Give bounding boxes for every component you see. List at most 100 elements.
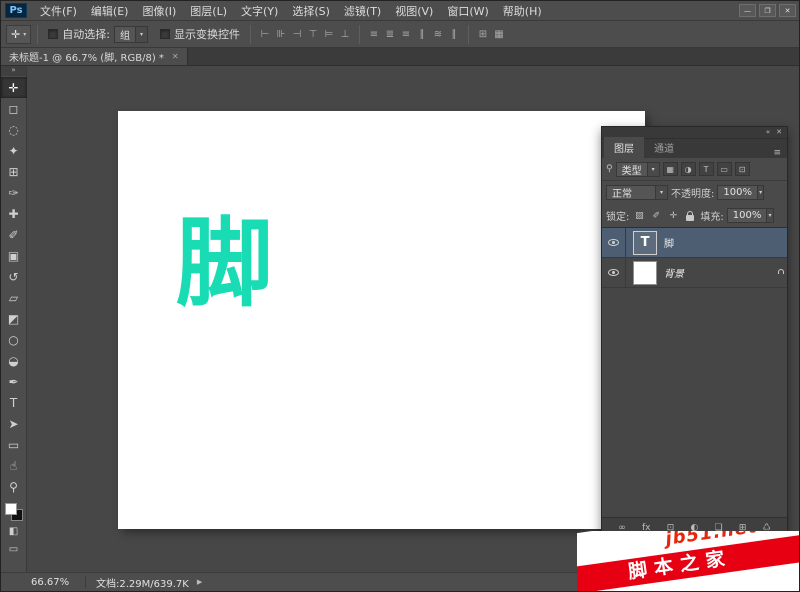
lock-image-pixels-icon[interactable]: ✐ <box>649 209 663 223</box>
visibility-toggle[interactable] <box>602 228 626 257</box>
distribute-left-icon[interactable]: ∥ <box>414 29 430 40</box>
tool-eyedropper[interactable]: ✑ <box>1 182 27 203</box>
distribute-bottom-icon[interactable]: ≡ <box>398 29 414 40</box>
lock-label: 锁定: <box>606 208 629 223</box>
align-right-icon[interactable]: ⊣ <box>289 29 305 40</box>
quick-mask-button[interactable]: ◧ <box>1 522 27 540</box>
menu-select[interactable]: 选择(S) <box>285 1 337 20</box>
opacity-dropdown[interactable]: 100% ▾ <box>717 185 764 200</box>
menu-image[interactable]: 图像(I) <box>135 1 183 20</box>
text-layer-thumbnail[interactable]: T <box>633 231 657 255</box>
distribute-top-icon[interactable]: ≡ <box>366 29 382 40</box>
visibility-toggle[interactable] <box>602 258 626 287</box>
align-center-v-icon[interactable]: ⊨ <box>321 29 337 40</box>
panel-menu-icon[interactable]: ≡ <box>773 148 787 158</box>
tool-crop[interactable]: ⊞ <box>1 161 27 182</box>
tool-quick-selection[interactable]: ✦ <box>1 140 27 161</box>
fill-dropdown[interactable]: 100% ▾ <box>727 208 774 223</box>
workspace-options-icon[interactable]: ▦ <box>491 29 507 40</box>
filter-shape-layers-icon[interactable]: ▭ <box>717 162 732 176</box>
tool-move[interactable]: ✛ <box>1 77 27 98</box>
align-left-icon[interactable]: ⊢ <box>257 29 273 40</box>
tool-preset-picker[interactable]: ✛ ▾ <box>6 25 31 44</box>
filter-type-dropdown[interactable]: 类型 ▾ <box>616 162 660 177</box>
divider <box>85 576 86 588</box>
filter-type-layers-icon[interactable]: T <box>699 162 714 176</box>
tool-brush[interactable]: ✐ <box>1 224 27 245</box>
menu-type[interactable]: 文字(Y) <box>234 1 285 20</box>
menu-bar: Ps 文件(F) 编辑(E) 图像(I) 图层(L) 文字(Y) 选择(S) 滤… <box>1 1 799 21</box>
zoom-level-field[interactable]: 66.67% <box>31 577 75 588</box>
filter-pixel-layers-icon[interactable]: ▦ <box>663 162 678 176</box>
align-top-icon[interactable]: ⊤ <box>305 29 321 40</box>
tool-zoom[interactable]: ⚲ <box>1 476 27 497</box>
layer-list: T 脚 背景 <box>602 227 787 517</box>
layer-name[interactable]: 脚 <box>664 235 674 250</box>
tool-pen[interactable]: ✒ <box>1 371 27 392</box>
auto-align-layers-icon[interactable]: ⊞ <box>475 29 491 40</box>
distribute-right-icon[interactable]: ∥ <box>446 29 462 40</box>
screen-mode-button[interactable]: ▭ <box>1 540 27 558</box>
align-bottom-icon[interactable]: ⊥ <box>337 29 353 40</box>
tool-rectangular-marquee[interactable]: ◻ <box>1 98 27 119</box>
search-icon: ⚲ <box>606 164 613 174</box>
blend-mode-dropdown[interactable]: 正常 ▾ <box>606 185 668 200</box>
foreground-color-swatch[interactable] <box>5 503 17 515</box>
close-icon[interactable]: ✕ <box>172 52 179 61</box>
tool-dodge[interactable]: ◒ <box>1 350 27 371</box>
tool-rectangle[interactable]: ▭ <box>1 434 27 455</box>
collapse-panel-icon[interactable]: « <box>766 129 770 136</box>
background-layer-thumbnail[interactable] <box>633 261 657 285</box>
minimize-button[interactable]: — <box>739 4 756 17</box>
tab-channels[interactable]: 通道 <box>644 137 684 158</box>
distribute-hcenter-icon[interactable]: ≋ <box>430 29 446 40</box>
restore-button[interactable]: ❐ <box>759 4 776 17</box>
menu-window[interactable]: 窗口(W) <box>440 1 495 20</box>
collapse-tools-icon[interactable]: » <box>1 66 26 76</box>
filter-smart-objects-icon[interactable]: ⊡ <box>735 162 750 176</box>
layer-row-text[interactable]: T 脚 <box>602 228 787 258</box>
tab-layers[interactable]: 图层 <box>604 137 644 158</box>
tool-type[interactable]: T <box>1 392 27 413</box>
tool-hand[interactable]: ☝ <box>1 455 27 476</box>
chevron-down-icon: ▾ <box>766 209 772 222</box>
lock-transparent-pixels-icon[interactable]: ▨ <box>632 209 646 223</box>
lock-all-icon[interactable] <box>683 209 697 223</box>
filter-type-value: 类型 <box>617 162 647 177</box>
filter-adjustment-layers-icon[interactable]: ◑ <box>681 162 696 176</box>
tool-lasso[interactable]: ◌ <box>1 119 27 140</box>
menu-edit[interactable]: 编辑(E) <box>84 1 136 20</box>
tool-spot-healing-brush[interactable]: ✚ <box>1 203 27 224</box>
status-options-arrow-icon[interactable]: ▶ <box>197 578 202 586</box>
lock-position-icon[interactable]: ✛ <box>666 209 680 223</box>
color-swatches[interactable] <box>4 502 24 522</box>
document-canvas[interactable]: 脚 <box>118 111 645 529</box>
tool-clone-stamp[interactable]: ▣ <box>1 245 27 266</box>
align-center-h-icon[interactable]: ⊪ <box>273 29 289 40</box>
divider <box>468 25 469 44</box>
menu-help[interactable]: 帮助(H) <box>496 1 549 20</box>
panel-tabs: 图层 通道 ≡ <box>602 139 787 158</box>
distribute-vcenter-icon[interactable]: ≣ <box>382 29 398 40</box>
document-tab-bar: 未标题-1 @ 66.7% (脚, RGB/8) * ✕ <box>1 48 799 66</box>
tool-path-selection[interactable]: ➤ <box>1 413 27 434</box>
layer-name[interactable]: 背景 <box>664 265 684 280</box>
document-tab[interactable]: 未标题-1 @ 66.7% (脚, RGB/8) * ✕ <box>1 48 188 65</box>
tools-panel: » ✛ ◻ ◌ ✦ ⊞ ✑ ✚ ✐ ▣ ↺ ▱ ◩ ○ ◒ ✒ T ➤ ▭ ☝ … <box>1 66 27 572</box>
tool-gradient[interactable]: ◩ <box>1 308 27 329</box>
auto-select-checkbox[interactable] <box>48 29 58 39</box>
tool-history-brush[interactable]: ↺ <box>1 266 27 287</box>
show-transform-checkbox[interactable] <box>160 29 170 39</box>
menu-filter[interactable]: 滤镜(T) <box>337 1 388 20</box>
menu-view[interactable]: 视图(V) <box>388 1 440 20</box>
tool-blur[interactable]: ○ <box>1 329 27 350</box>
layer-row-background[interactable]: 背景 <box>602 258 787 288</box>
menu-file[interactable]: 文件(F) <box>33 1 84 20</box>
tool-eraser[interactable]: ▱ <box>1 287 27 308</box>
close-panel-icon[interactable]: ✕ <box>776 129 782 136</box>
document-size-info: 文档:2.29M/639.7K <box>96 575 189 590</box>
auto-select-dropdown[interactable]: 组 ▾ <box>114 26 148 43</box>
menu-layer[interactable]: 图层(L) <box>183 1 234 20</box>
close-button[interactable]: ✕ <box>779 4 796 17</box>
options-bar: ✛ ▾ 自动选择: 组 ▾ 显示变换控件 ⊢ ⊪ ⊣ ⊤ ⊨ ⊥ ≡ ≣ ≡ ∥… <box>1 21 799 48</box>
